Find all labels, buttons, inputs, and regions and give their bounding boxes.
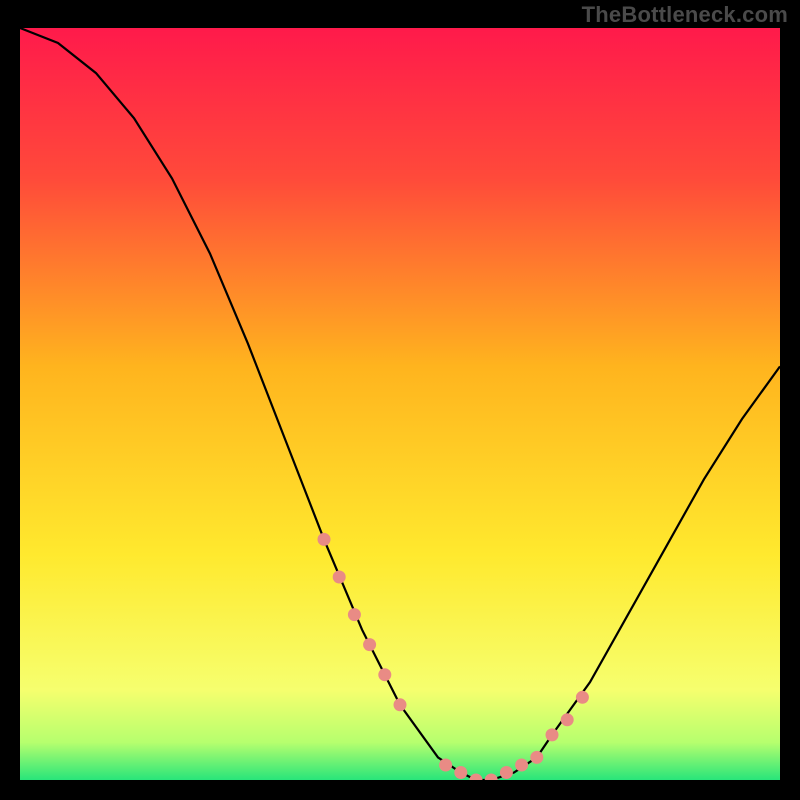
- highlight-point: [530, 751, 543, 764]
- attribution-text: TheBottleneck.com: [582, 2, 788, 28]
- highlight-point: [363, 638, 376, 651]
- highlight-point: [576, 691, 589, 704]
- highlight-point: [378, 668, 391, 681]
- highlight-point: [515, 759, 528, 772]
- highlight-point: [546, 728, 559, 741]
- highlight-point: [333, 571, 346, 584]
- highlight-point: [318, 533, 331, 546]
- chart-container: TheBottleneck.com: [0, 0, 800, 800]
- highlight-point: [439, 759, 452, 772]
- highlight-point: [500, 766, 513, 779]
- highlight-point: [394, 698, 407, 711]
- plot-area: [20, 28, 780, 780]
- chart-svg: [20, 28, 780, 780]
- highlight-point: [454, 766, 467, 779]
- gradient-background: [20, 28, 780, 780]
- highlight-point: [561, 713, 574, 726]
- highlight-point: [348, 608, 361, 621]
